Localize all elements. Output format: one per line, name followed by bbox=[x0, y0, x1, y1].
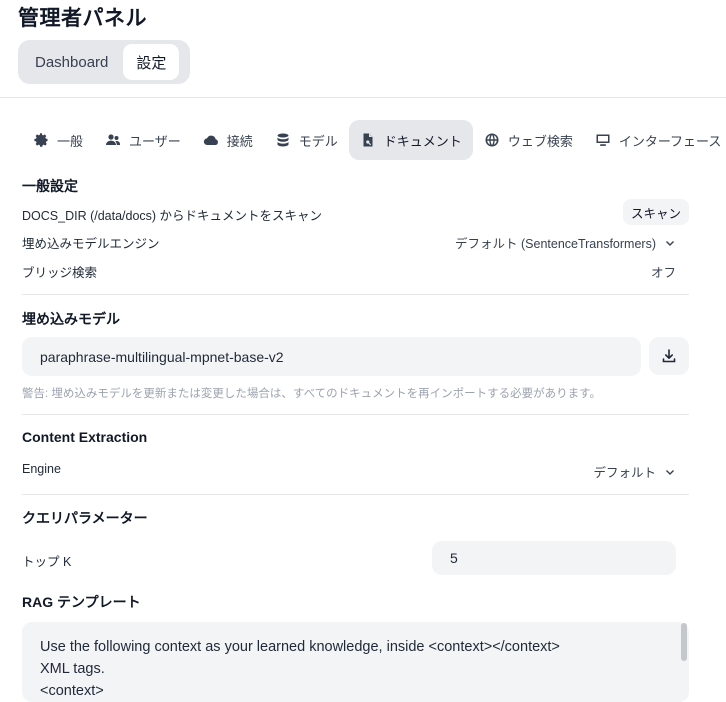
rag-template-line: Use the following context as your learne… bbox=[40, 639, 560, 655]
settings-tab-label: ユーザー bbox=[129, 133, 181, 149]
download-icon bbox=[662, 349, 676, 363]
rag-template-title: RAG テンプレート bbox=[22, 594, 141, 610]
embedding-engine-label: 埋め込みモデルエンジン bbox=[22, 237, 160, 251]
scan-button[interactable]: スキャン bbox=[623, 199, 689, 225]
settings-tab-general[interactable]: 一般 bbox=[22, 120, 94, 160]
section-divider bbox=[22, 494, 689, 495]
cloud-icon bbox=[203, 135, 218, 146]
document-icon bbox=[363, 133, 373, 147]
engine-label: Engine bbox=[22, 462, 61, 476]
settings-tab-connections[interactable]: 接続 bbox=[192, 120, 264, 160]
chevron-down-icon bbox=[666, 469, 674, 475]
gear-icon bbox=[34, 133, 48, 147]
download-model-button[interactable] bbox=[649, 337, 689, 375]
embedding-model-value: paraphrase-multilingual-mpnet-base-v2 bbox=[40, 348, 284, 365]
embedding-warning: 警告: 埋め込みモデルを更新または変更した場合は、すべてのドキュメントを再インポ… bbox=[22, 388, 601, 400]
rag-template-line: XML tags. bbox=[40, 661, 105, 677]
settings-tab-documents[interactable]: ドキュメント bbox=[348, 120, 473, 160]
database-icon bbox=[277, 133, 289, 147]
tab-dashboard[interactable]: Dashboard bbox=[22, 44, 121, 80]
settings-tab-label: ドキュメント bbox=[383, 133, 462, 149]
top-tab-switcher: Dashboard 設定 bbox=[18, 40, 190, 84]
settings-tab-label: 一般 bbox=[57, 133, 84, 149]
engine-select[interactable]: デフォルト bbox=[593, 462, 676, 481]
rag-template-line: <context> bbox=[40, 683, 104, 699]
scan-docs-label: DOCS_DIR (/data/docs) からドキュメントをスキャン bbox=[22, 209, 323, 223]
topk-input[interactable]: 5 bbox=[432, 541, 676, 575]
monitor-icon bbox=[596, 134, 610, 146]
topk-label: トップ K bbox=[22, 555, 72, 569]
engine-value: デフォルト bbox=[593, 466, 656, 480]
section-divider bbox=[22, 294, 689, 295]
settings-tab-models[interactable]: モデル bbox=[264, 120, 349, 160]
bridge-search-value: オフ bbox=[650, 266, 676, 280]
settings-tabs: 一般 ユーザー 接続 モデル ドキュメント ウェブ検索 インターフェース bbox=[22, 120, 726, 160]
header-divider bbox=[0, 97, 726, 98]
rag-template-scrollbar[interactable] bbox=[681, 623, 687, 661]
settings-tab-label: 接続 bbox=[226, 133, 253, 149]
users-icon bbox=[106, 134, 121, 145]
bridge-search-toggle[interactable]: オフ bbox=[651, 262, 676, 281]
embedding-engine-value: デフォルト (SentenceTransformers) bbox=[455, 237, 656, 251]
general-settings-title: 一般設定 bbox=[22, 178, 78, 194]
embedding-model-title: 埋め込みモデル bbox=[22, 311, 120, 327]
settings-tab-label: インターフェース bbox=[618, 133, 722, 149]
section-divider bbox=[22, 414, 689, 415]
topk-value: 5 bbox=[450, 550, 458, 566]
bridge-search-label: ブリッジ検索 bbox=[22, 266, 98, 280]
globe-icon bbox=[485, 133, 499, 147]
settings-tab-label: ウェブ検索 bbox=[507, 133, 573, 149]
settings-tab-interface[interactable]: インターフェース bbox=[584, 120, 726, 160]
settings-tab-web-search[interactable]: ウェブ検索 bbox=[473, 120, 584, 160]
tab-settings[interactable]: 設定 bbox=[123, 44, 180, 80]
embedding-engine-select[interactable]: デフォルト (SentenceTransformers) bbox=[455, 233, 676, 252]
settings-tab-label: モデル bbox=[298, 133, 338, 149]
content-extraction-title: Content Extraction bbox=[22, 429, 148, 445]
rag-template-textarea[interactable]: Use the following context as your learne… bbox=[22, 622, 689, 702]
chevron-down-icon bbox=[666, 240, 674, 246]
page-title: 管理者パネル bbox=[18, 7, 147, 30]
query-params-title: クエリパラメーター bbox=[22, 510, 148, 526]
embedding-model-input[interactable]: paraphrase-multilingual-mpnet-base-v2 bbox=[22, 337, 641, 376]
settings-tab-users[interactable]: ユーザー bbox=[94, 120, 192, 160]
